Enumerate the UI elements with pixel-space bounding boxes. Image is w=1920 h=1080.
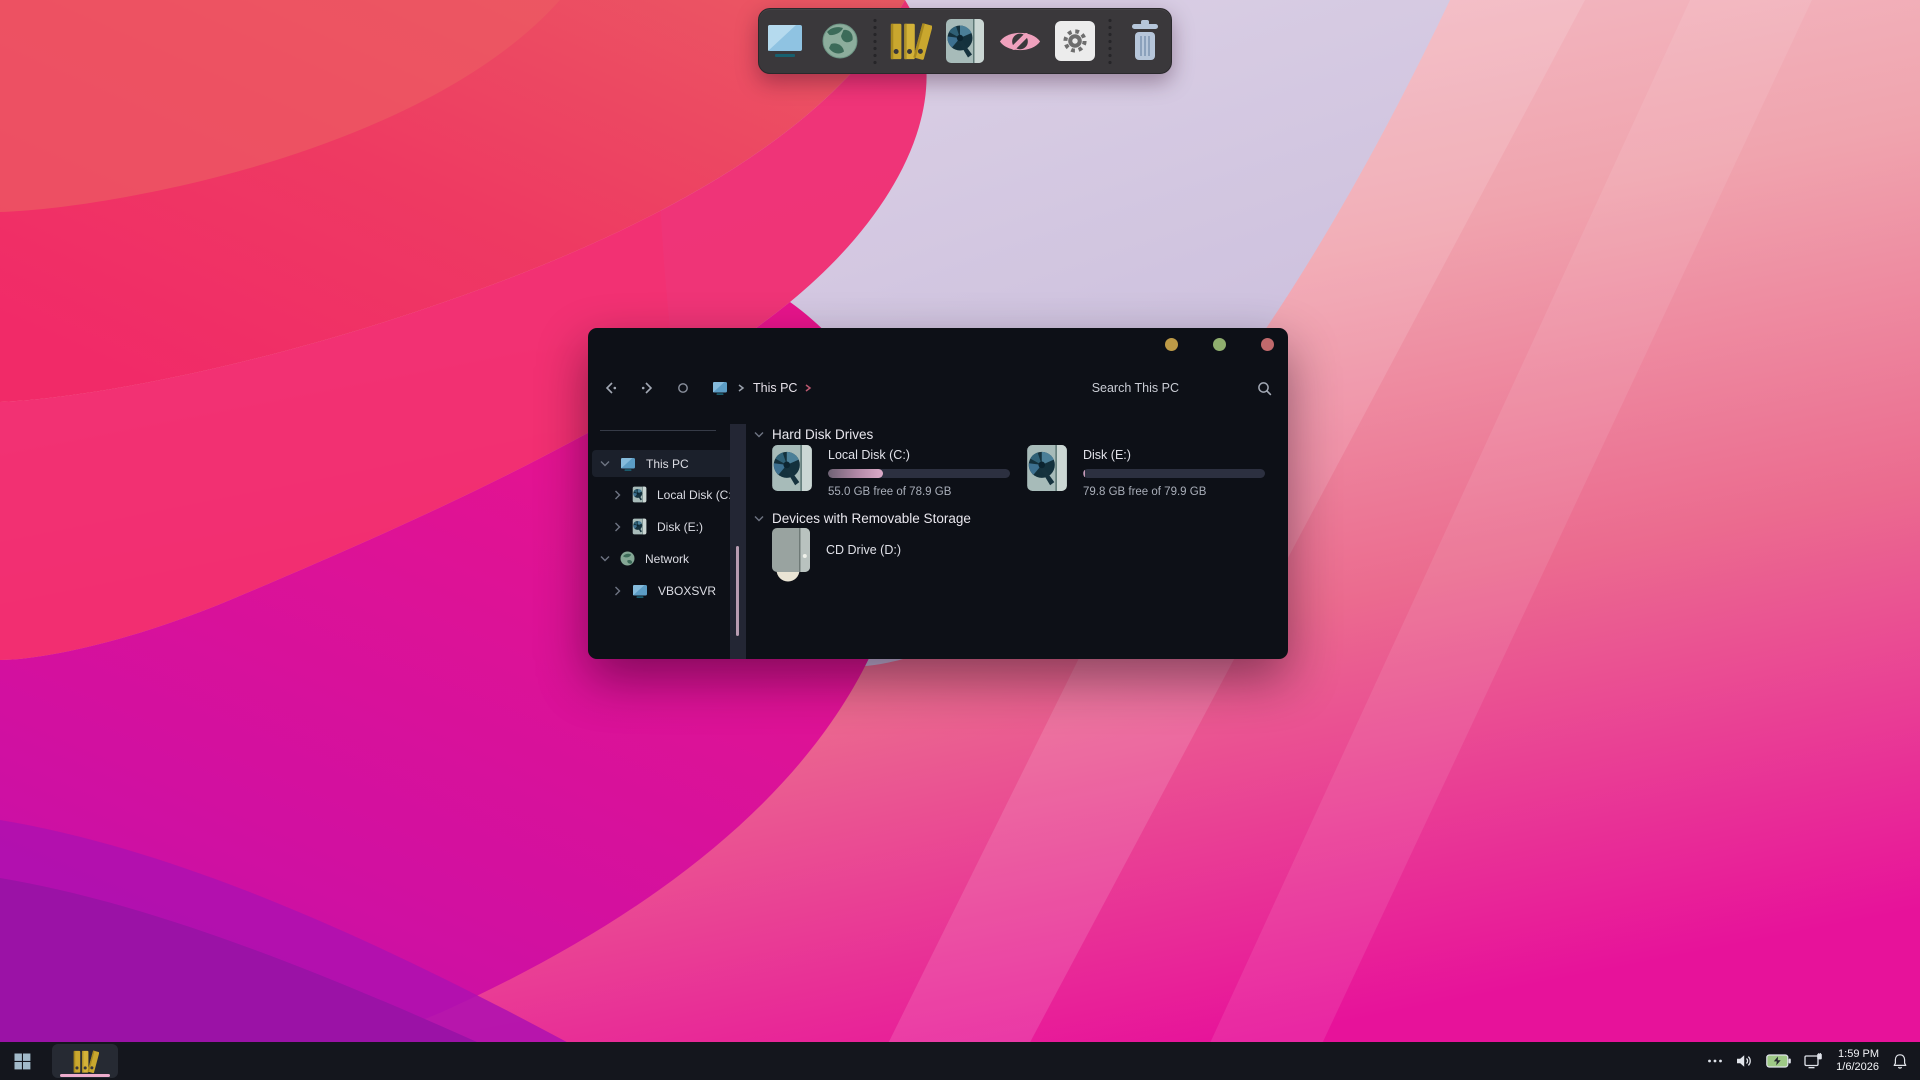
- clock-date: 1/6/2026: [1836, 1061, 1879, 1075]
- section-title: Hard Disk Drives: [772, 427, 873, 442]
- dock-divider: [873, 17, 877, 65]
- file-explorer-window: This PC Search This PC: [588, 328, 1288, 659]
- chevron-down-icon: [754, 515, 764, 522]
- dock-item-globe[interactable]: [818, 15, 862, 67]
- search-icon[interactable]: [1257, 376, 1272, 400]
- computer-icon: [620, 457, 636, 471]
- forward-button[interactable]: [640, 376, 654, 400]
- minimize-button[interactable]: [1165, 338, 1178, 351]
- drive-label: CD Drive (D:): [826, 543, 901, 557]
- drive-free-space: 55.0 GB free of 78.9 GB: [828, 486, 1010, 498]
- maximize-button[interactable]: [1213, 338, 1226, 351]
- start-button[interactable]: [0, 1042, 44, 1080]
- dock-item-hard-disk[interactable]: [943, 15, 987, 67]
- battery-charging-icon[interactable]: [1766, 1042, 1791, 1080]
- hard-disk-icon: [632, 486, 647, 503]
- chevron-right-icon[interactable]: [612, 522, 622, 532]
- drive-label: Local Disk (C:): [828, 448, 1010, 462]
- computer-icon: [632, 584, 648, 598]
- sidebar-item-vboxsvr[interactable]: VBOXSVR: [592, 577, 746, 604]
- breadcrumb[interactable]: This PC: [753, 381, 797, 395]
- drive-free-space: 79.8 GB free of 79.9 GB: [1083, 486, 1265, 498]
- chevron-down-icon: [754, 431, 764, 438]
- capacity-bar-fill: [828, 469, 883, 478]
- dock-item-files-library[interactable]: [888, 15, 932, 67]
- chevron-down-icon[interactable]: [600, 555, 610, 562]
- dock-item-settings[interactable]: [1053, 15, 1097, 67]
- sidebar-item-label: Local Disk (C:): [657, 488, 736, 502]
- sidebar-item-label: Network: [645, 552, 689, 566]
- hard-disk-icon: [1025, 444, 1069, 492]
- close-button[interactable]: [1261, 338, 1274, 351]
- chevron-down-icon[interactable]: [600, 460, 610, 467]
- capacity-bar: [1083, 469, 1265, 478]
- back-button[interactable]: [604, 376, 618, 400]
- desktop: This PC Search This PC: [0, 0, 1920, 1080]
- drive-item-local-disk-c[interactable]: Local Disk (C:) 55.0 GB free of 78.9 GB: [770, 444, 1010, 498]
- windows-logo-icon: [14, 1053, 31, 1070]
- dock-divider: [1108, 17, 1112, 65]
- breadcrumb-chevron-icon: [737, 376, 745, 400]
- system-tray: 1:59 PM 1/6/2026: [1707, 1042, 1920, 1080]
- breadcrumb-chevron-icon[interactable]: [804, 376, 812, 400]
- hard-disk-icon: [770, 444, 814, 492]
- capacity-bar: [828, 469, 1010, 478]
- network-icon[interactable]: [1804, 1042, 1823, 1080]
- sidebar-item-disk-e[interactable]: Disk (E:): [592, 513, 746, 540]
- section-header-hard-disk-drives[interactable]: Hard Disk Drives: [754, 424, 873, 444]
- section-title: Devices with Removable Storage: [772, 511, 971, 526]
- sidebar-item-network[interactable]: Network: [592, 545, 734, 572]
- sidebar-item-this-pc[interactable]: This PC: [592, 450, 734, 477]
- sidebar-item-label: Disk (E:): [657, 520, 703, 534]
- trash-icon: [1126, 18, 1164, 64]
- hard-disk-icon: [632, 518, 647, 535]
- capacity-bar-fill: [1083, 469, 1085, 478]
- hidden-items-eye-icon: [998, 26, 1042, 57]
- globe-icon: [620, 551, 635, 566]
- window-controls: [1165, 338, 1274, 351]
- content-area: Hard Disk Drives Local Disk (C:) 55.0 GB…: [746, 424, 1282, 659]
- scrollbar-thumb[interactable]: [736, 546, 739, 636]
- settings-gear-icon: [1055, 21, 1095, 61]
- taskbar-clock[interactable]: 1:59 PM 1/6/2026: [1836, 1048, 1879, 1075]
- chevron-right-icon[interactable]: [612, 586, 622, 596]
- computer-icon: [766, 24, 804, 58]
- hard-disk-icon: [944, 18, 986, 64]
- taskbar: 1:59 PM 1/6/2026: [0, 1042, 1920, 1080]
- files-library-icon: [72, 1048, 99, 1075]
- dock: [758, 8, 1172, 74]
- files-library-icon: [888, 18, 932, 64]
- drive-item-cd-drive-d[interactable]: CD Drive (D:): [770, 528, 901, 582]
- navigation-bar: This PC Search This PC: [588, 370, 1288, 406]
- sidebar-divider: [600, 430, 716, 431]
- drive-label: Disk (E:): [1083, 448, 1265, 462]
- sidebar-item-label: This PC: [646, 457, 689, 471]
- globe-icon: [821, 22, 859, 60]
- taskbar-app-file-manager[interactable]: [52, 1044, 118, 1078]
- recent-locations-button[interactable]: [676, 376, 690, 400]
- dock-item-hidden-items[interactable]: [998, 15, 1042, 67]
- this-pc-icon: [712, 376, 728, 400]
- sidebar-item-local-disk-c[interactable]: Local Disk (C:): [592, 481, 746, 508]
- section-header-removable-storage[interactable]: Devices with Removable Storage: [754, 508, 971, 528]
- window-body: This PC Local Disk (C:): [588, 424, 1288, 659]
- clock-time: 1:59 PM: [1838, 1048, 1879, 1062]
- drive-item-disk-e[interactable]: Disk (E:) 79.8 GB free of 79.9 GB: [1025, 444, 1265, 498]
- dock-item-computer[interactable]: [763, 15, 807, 67]
- active-app-indicator: [60, 1074, 110, 1077]
- chevron-right-icon[interactable]: [612, 490, 622, 500]
- cd-drive-icon: [770, 528, 812, 582]
- sidebar-item-label: VBOXSVR: [658, 584, 716, 598]
- tray-overflow-icon[interactable]: [1707, 1042, 1723, 1080]
- volume-icon[interactable]: [1736, 1042, 1753, 1080]
- notifications-bell-icon[interactable]: [1892, 1042, 1908, 1080]
- search-input[interactable]: Search This PC: [1092, 381, 1179, 395]
- sidebar: This PC Local Disk (C:): [588, 424, 730, 659]
- scrollbar-track[interactable]: [730, 424, 746, 659]
- dock-item-trash[interactable]: [1123, 15, 1167, 67]
